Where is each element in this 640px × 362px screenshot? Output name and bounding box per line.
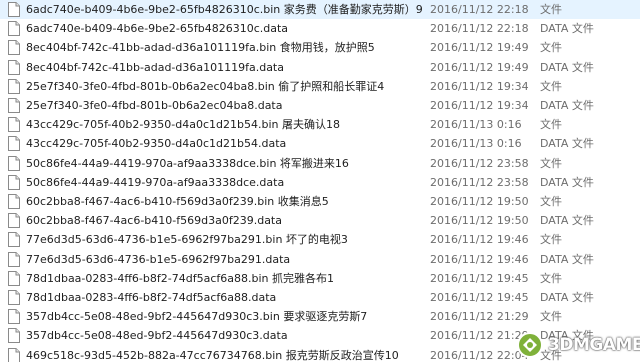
file-icon [8,309,20,325]
file-date-modified: 2016/11/12 19:50 [430,214,529,228]
file-row[interactable]: 43cc429c-705f-40b2-9350-d4a0c1d21b54.bin… [0,115,640,134]
file-type: 文件 [540,79,562,93]
file-icon [8,155,20,171]
file-date-modified: 2016/11/12 19:46 [430,252,529,266]
file-date-modified: 2016/11/13 0:16 [430,118,522,132]
file-type: 文件 [540,3,562,16]
file-icon [8,290,20,305]
file-name: 6adc740e-b409-4b6e-9be2-65fb4826310c.dat… [26,22,289,36]
file-icon [8,328,20,344]
file-name: 25e7f340-3fe0-4fbd-801b-0b6a2ec04ba8.dat… [26,99,283,112]
file-name: 6adc740e-b409-4b6e-9be2-65fb4826310c.bin… [26,3,423,16]
file-type: DATA 文件 [540,252,594,266]
file-date-modified: 2016/11/12 19:46 [430,233,529,247]
file-icon [8,213,20,229]
file-row[interactable]: 78d1dbaa-0283-4ff6-b8f2-74df5acf6a88.bin… [0,269,640,288]
file-name: 357db4cc-5e08-48ed-9bf2-445647d930c3.dat… [26,329,288,343]
file-icon [8,194,20,209]
file-date-modified: 2016/11/12 22:18 [430,22,529,36]
file-icon [8,78,20,94]
file-type: 文件 [540,118,562,132]
file-row[interactable]: 77e6d3d5-63d6-4736-b1e5-6962f97ba291.dat… [0,250,640,269]
file-name: 469c518c-93d5-452b-882a-47cc76734768.bin… [26,348,399,362]
file-name: 43cc429c-705f-40b2-9350-d4a0c1d21b54.dat… [26,137,287,151]
file-date-modified: 2016/11/12 19:50 [430,195,529,208]
file-type: DATA 文件 [540,137,594,151]
file-name: 60c2bba8-f467-4ac6-b410-f569d3a0f239.bin… [26,195,329,208]
file-name: 77e6d3d5-63d6-4736-b1e5-6962f97ba291.dat… [26,252,291,266]
file-type: 文件 [540,156,562,170]
file-name: 357db4cc-5e08-48ed-9bf2-445647d930c3.bin… [26,310,368,324]
file-name: 50c86fe4-44a9-4419-970a-af9aa3338dce.bin… [26,156,349,170]
file-icon [8,40,20,56]
file-name: 50c86fe4-44a9-4419-970a-af9aa3338dce.dat… [26,175,285,189]
file-type: 文件 [540,233,562,247]
file-date-modified: 2016/11/12 23:58 [430,156,529,170]
file-row[interactable]: 50c86fe4-44a9-4419-970a-af9aa3338dce.dat… [0,173,640,192]
file-icon [8,98,20,113]
file-icon [8,2,20,17]
file-icon [8,59,20,75]
file-row[interactable]: 6adc740e-b409-4b6e-9be2-65fb4826310c.dat… [0,19,640,38]
file-name: 8ec404bf-742c-41bb-adad-d36a101119fa.bin… [26,41,375,55]
file-name: 77e6d3d5-63d6-4736-b1e5-6962f97ba291.bin… [26,233,348,247]
file-icon [8,251,20,267]
file-date-modified: 2016/11/12 19:49 [430,41,529,55]
file-row[interactable]: 60c2bba8-f467-4ac6-b410-f569d3a0f239.dat… [0,211,640,230]
file-icon [8,136,20,152]
file-type: DATA 文件 [540,99,594,112]
file-type: DATA 文件 [540,214,594,228]
file-date-modified: 2016/11/13 0:16 [430,137,522,151]
file-name: 43cc429c-705f-40b2-9350-d4a0c1d21b54.bin… [26,118,340,132]
file-row[interactable]: 77e6d3d5-63d6-4736-b1e5-6962f97ba291.bin… [0,230,640,249]
file-row[interactable]: 8ec404bf-742c-41bb-adad-d36a101119fa.bin… [0,38,640,57]
watermark-emblem-icon [517,332,543,358]
file-icon [8,347,20,362]
file-date-modified: 2016/11/12 19:45 [430,291,529,304]
file-type: DATA 文件 [540,291,594,304]
file-type: 文件 [540,310,562,324]
file-name: 78d1dbaa-0283-4ff6-b8f2-74df5acf6a88.dat… [26,291,277,304]
file-row[interactable]: 6adc740e-b409-4b6e-9be2-65fb4826310c.bin… [0,0,640,20]
file-name: 8ec404bf-742c-41bb-adad-d36a101119fa.dat… [26,60,284,74]
file-date-modified: 2016/11/12 19:34 [430,99,529,112]
file-icon [8,117,20,133]
file-row[interactable]: 25e7f340-3fe0-4fbd-801b-0b6a2ec04ba8.bin… [0,77,640,96]
file-row[interactable]: 8ec404bf-742c-41bb-adad-d36a101119fa.dat… [0,58,640,77]
file-type: DATA 文件 [540,175,594,189]
file-row[interactable]: 43cc429c-705f-40b2-9350-d4a0c1d21b54.dat… [0,134,640,153]
file-type: 文件 [540,41,562,55]
file-date-modified: 2016/11/12 23:58 [430,175,529,189]
file-icon [8,232,20,248]
file-row[interactable]: 25e7f340-3fe0-4fbd-801b-0b6a2ec04ba8.dat… [0,96,640,115]
file-name: 78d1dbaa-0283-4ff6-b8f2-74df5acf6a88.bin… [26,271,334,285]
file-row[interactable]: 78d1dbaa-0283-4ff6-b8f2-74df5acf6a88.dat… [0,288,640,307]
file-row[interactable]: 357db4cc-5e08-48ed-9bf2-445647d930c3.bin… [0,307,640,326]
file-date-modified: 2016/11/12 21:29 [430,310,529,324]
file-date-modified: 2016/11/12 19:34 [430,79,529,93]
file-icon [8,21,20,37]
file-date-modified: 2016/11/12 19:45 [430,271,529,285]
file-type: DATA 文件 [540,22,594,36]
file-row[interactable]: 50c86fe4-44a9-4419-970a-af9aa3338dce.bin… [0,154,640,173]
file-icon [8,270,20,286]
watermark-logo: 3DMGAME [514,330,640,360]
file-name: 60c2bba8-f467-4ac6-b410-f569d3a0f239.dat… [26,214,282,228]
watermark-text: 3DMGAME [548,335,640,355]
file-type: 文件 [540,271,562,285]
file-icon [8,174,20,190]
file-type: 文件 [540,195,562,208]
file-date-modified: 2016/11/12 19:49 [430,60,529,74]
file-date-modified: 2016/11/12 22:18 [430,3,529,16]
file-row[interactable]: 60c2bba8-f467-4ac6-b410-f569d3a0f239.bin… [0,192,640,211]
file-name: 25e7f340-3fe0-4fbd-801b-0b6a2ec04ba8.bin… [26,79,385,93]
file-type: DATA 文件 [540,60,594,74]
